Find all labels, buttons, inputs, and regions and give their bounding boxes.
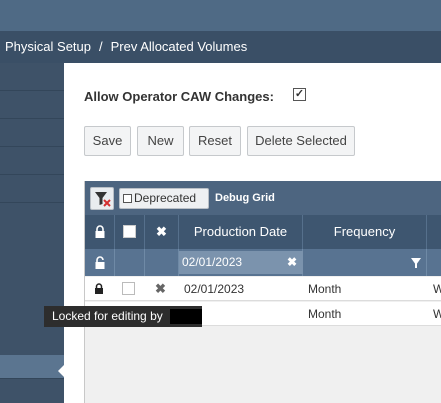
data-grid: Deprecated Debug Grid ✖ Production Date … — [84, 181, 441, 403]
header-frequency[interactable]: Frequency — [303, 215, 427, 249]
cell-production-date: 02/01/2023 — [184, 282, 245, 296]
main-panel: Allow Operator CAW Changes: ✓ Save New R… — [64, 63, 441, 403]
grid-toolbar: Deprecated Debug Grid — [85, 181, 441, 215]
allow-operator-caw-checkbox[interactable]: ✓ — [293, 88, 306, 101]
delete-selected-button[interactable]: Delete Selected — [247, 126, 355, 156]
breadcrumb: Physical Setup / Prev Allocated Volumes — [0, 31, 441, 63]
header-production-date[interactable]: Production Date — [179, 215, 303, 249]
cell-frequency: Month — [308, 282, 342, 296]
breadcrumb-item-prev-allocated-volumes: Prev Allocated Volumes — [110, 39, 248, 54]
cell-next: W — [433, 282, 441, 296]
tooltip-text: Locked for editing by — [52, 309, 163, 323]
cell-next: W — [433, 307, 441, 321]
production-date-filter-value: 02/01/2023 — [182, 255, 243, 269]
breadcrumb-item-physical-setup[interactable]: Physical Setup — [5, 31, 91, 63]
checkbox-icon — [123, 194, 132, 203]
clear-filters-button[interactable] — [90, 187, 114, 210]
header-next-column[interactable] — [427, 215, 441, 249]
sidebar-item[interactable] — [0, 175, 64, 203]
deprecated-toggle[interactable]: Deprecated — [119, 188, 209, 209]
save-button[interactable]: Save — [84, 126, 131, 156]
table-row[interactable]: ✖ 02/01/2023 Month W — [85, 277, 441, 301]
reset-button[interactable]: Reset — [189, 126, 241, 156]
header-delete-column: ✖ — [145, 215, 179, 249]
filter-clear-icon[interactable]: ✖ — [287, 251, 297, 274]
filter-delete-cell — [145, 249, 179, 276]
debug-grid-label[interactable]: Debug Grid — [215, 192, 275, 204]
lock-tooltip: Locked for editing by — [44, 306, 202, 327]
lock-icon — [95, 225, 104, 238]
funnel-clear-icon — [95, 192, 111, 207]
sidebar — [0, 63, 64, 403]
funnel-icon[interactable] — [411, 258, 421, 268]
cell-frequency: Month — [308, 307, 342, 321]
lock-icon — [95, 283, 103, 294]
filter-select-cell — [115, 249, 145, 276]
redacted-username — [170, 309, 202, 324]
top-app-bar — [0, 0, 441, 31]
delete-row-icon[interactable]: ✖ — [155, 277, 166, 301]
sidebar-item[interactable] — [0, 119, 64, 147]
sidebar-item[interactable] — [0, 147, 64, 175]
filter-next-cell — [427, 249, 441, 276]
filter-frequency-cell — [303, 249, 427, 276]
header-lock-column — [85, 215, 115, 249]
header-select-all[interactable] — [115, 215, 145, 249]
new-button[interactable]: New — [137, 126, 184, 156]
unlock-icon[interactable] — [94, 256, 106, 270]
deprecated-label: Deprecated — [134, 191, 197, 205]
select-all-checkbox[interactable] — [123, 225, 136, 238]
production-date-filter-input[interactable]: 02/01/2023 ✖ — [179, 251, 303, 274]
sidebar-item-active[interactable] — [0, 355, 64, 379]
filter-lock-cell — [85, 249, 115, 276]
breadcrumb-separator: / — [99, 39, 103, 54]
sidebar-item[interactable] — [0, 91, 64, 119]
row-checkbox[interactable] — [122, 282, 135, 295]
sidebar-item[interactable] — [0, 63, 64, 91]
allow-operator-caw-label: Allow Operator CAW Changes: — [84, 89, 274, 104]
